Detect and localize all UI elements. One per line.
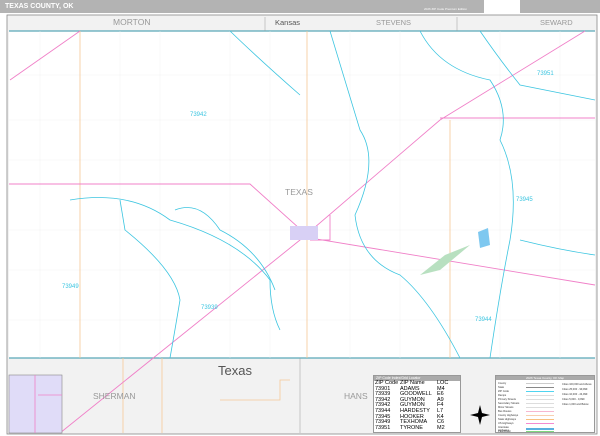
legend-city-class: Cities 25,000 - 99,999	[562, 388, 588, 391]
legend-title: 2026 Texas County, OK Map	[496, 376, 594, 380]
label-kansas: Kansas	[275, 18, 301, 27]
legend-item: State Highways	[498, 418, 554, 421]
legend-item: Minor Streets	[498, 406, 554, 409]
legend-item: State	[498, 386, 554, 389]
legend-item: Bus Routes	[498, 410, 554, 413]
zip-label: 73949	[62, 284, 79, 290]
label-texas-state: Texas	[218, 363, 252, 378]
zip-label: 73939	[201, 305, 218, 311]
map-legend: 2026 Texas County, OK Map County State ZIP…	[495, 375, 595, 433]
label-texas-county: TEXAS	[285, 187, 313, 197]
label-morton: MORTON	[113, 17, 151, 27]
zip-index: ZIP Code Index/Grid Locator ZIP Code ZIP …	[373, 375, 461, 433]
legend-item: Primary Streets	[498, 398, 554, 401]
legend-item: County	[498, 382, 554, 385]
label-stevens: STEVENS	[376, 18, 412, 27]
legend-item: County Highways	[498, 414, 554, 417]
legend-item: Secondary Streets	[498, 402, 554, 405]
zip-label: 73942	[190, 112, 207, 118]
zip-label: 73951	[537, 71, 554, 77]
legend-city-class: Cities 1,000 and Below	[562, 403, 589, 406]
legend-item: US Highways	[498, 422, 554, 425]
inset-map	[8, 374, 63, 434]
legend-city-class: Cities 5,000 - 9,999	[562, 398, 585, 401]
map-canvas[interactable]	[0, 0, 600, 436]
label-sherman: SHERMAN	[93, 391, 136, 401]
legend-item: Ramps	[498, 394, 554, 397]
zip-label: 73945	[516, 197, 533, 203]
label-seward: SEWARD	[540, 18, 573, 27]
legend-item: ZIP Code	[498, 390, 554, 393]
label-hansford: HANS	[344, 391, 368, 401]
city-guymon	[290, 226, 318, 240]
zip-label: 73944	[475, 317, 492, 323]
legend-city-class: Cities 10,000 - 24,999	[562, 393, 588, 396]
zip-index-row: 73951 TYRONE M2	[375, 424, 445, 431]
legend-item: Park/Water	[498, 430, 554, 433]
legend-city-class: Cities 100,000 and Above	[562, 383, 592, 386]
